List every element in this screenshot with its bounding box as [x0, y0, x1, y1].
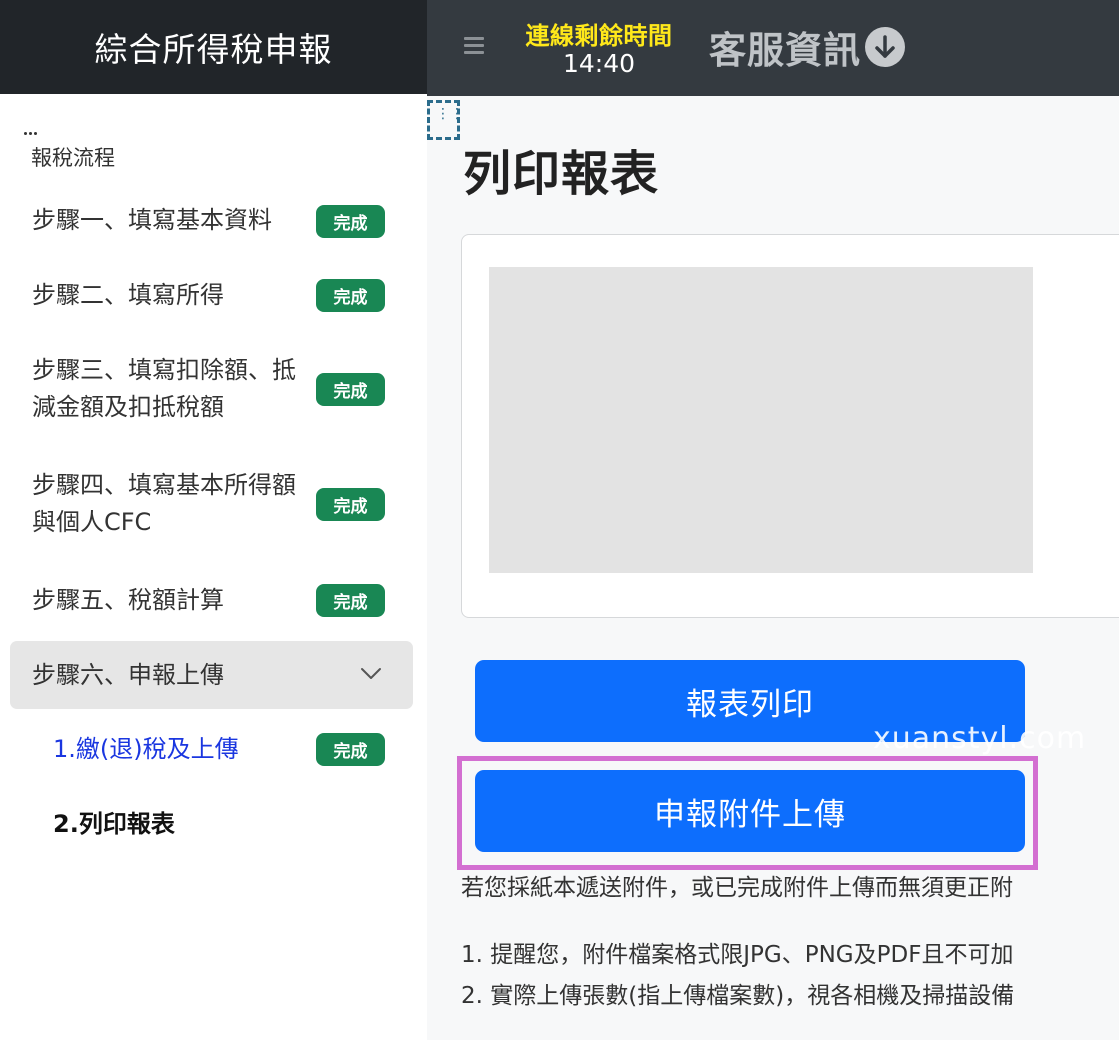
report-preview-card	[461, 234, 1119, 618]
report-preview-image	[489, 267, 1033, 573]
reminder-note-1: 1. 提醒您，附件檔案格式限JPG、PNG及PDF且不可加	[461, 942, 1014, 968]
status-badge-step-2: 完成	[316, 279, 385, 312]
watermark-text: xuanstyl.com	[873, 721, 1087, 756]
sidebar-step-4-line2: 與個人CFC	[32, 508, 152, 536]
status-badge-step-3: 完成	[316, 373, 385, 406]
upload-note: 若您採紙本遞送附件，或已完成附件上傳而無須更正附	[461, 875, 1013, 901]
sidebar: 報稅流程 步驟一、填寫基本資料 完成 步驟二、填寫所得 完成 步驟三、填寫扣除額…	[0, 94, 427, 1040]
reminder-note-2: 2. 實際上傳張數(指上傳檔案數)，視各相機及掃描設備	[461, 983, 1015, 1009]
sidebar-step-4[interactable]: 步驟四、填寫基本所得額 與個人CFC	[32, 467, 296, 541]
upload-attachment-button[interactable]: 申報附件上傳	[475, 770, 1025, 852]
status-badge-step-5: 完成	[316, 584, 385, 617]
top-bar: 連線剩餘時間 14:40 客服資訊	[427, 0, 1119, 96]
sidebar-step-2[interactable]: 步驟二、填寫所得	[32, 277, 224, 314]
sidebar-step-3-line2: 減金額及扣抵稅額	[32, 393, 224, 421]
app-title: 綜合所得稅申報	[94, 30, 333, 69]
app-title-bar: 綜合所得稅申報	[0, 0, 427, 94]
sub-step-1[interactable]: 1.繳(退)稅及上傳	[53, 732, 239, 766]
chevron-down-icon[interactable]	[360, 667, 382, 681]
sidebar-step-1[interactable]: 步驟一、填寫基本資料	[32, 202, 272, 239]
sidebar-step-3-line1: 步驟三、填寫扣除額、抵	[32, 356, 296, 384]
app-root: 綜合所得稅申報 連線剩餘時間 14:40 客服資訊 報稅流程 步驟一、填寫基本資…	[0, 0, 1119, 1040]
sidebar-step-4-line1: 步驟四、填寫基本所得額	[32, 471, 296, 499]
status-badge-step-4: 完成	[316, 488, 385, 521]
session-timer-label: 連線剩餘時間	[525, 22, 673, 50]
session-timer: 連線剩餘時間 14:40	[515, 22, 683, 78]
focus-marker: ⋮⋮	[427, 100, 464, 140]
page-title: 列印報表	[463, 146, 660, 202]
sidebar-step-6[interactable]: 步驟六、申報上傳	[32, 657, 224, 694]
status-badge-sub-step-1: 完成	[316, 733, 385, 766]
customer-service-link[interactable]: 客服資訊	[709, 25, 905, 72]
drag-dots-icon	[24, 132, 40, 138]
customer-service-label: 客服資訊	[709, 29, 861, 72]
session-timer-value: 14:40	[562, 49, 636, 78]
main-content: ⋮⋮ 列印報表 報表列印 申報附件上傳 xuanstyl.com 若您採紙本遞送…	[427, 96, 1119, 1040]
arrow-down-circle-icon	[865, 27, 905, 67]
sidebar-step-3[interactable]: 步驟三、填寫扣除額、抵 減金額及扣抵稅額	[32, 352, 296, 426]
status-badge-step-1: 完成	[316, 205, 385, 238]
sub-step-2[interactable]: 2.列印報表	[53, 807, 175, 841]
hamburger-menu-icon[interactable]	[464, 37, 484, 55]
sidebar-step-5[interactable]: 步驟五、稅額計算	[32, 582, 224, 619]
sidebar-section-title: 報稅流程	[31, 146, 115, 170]
